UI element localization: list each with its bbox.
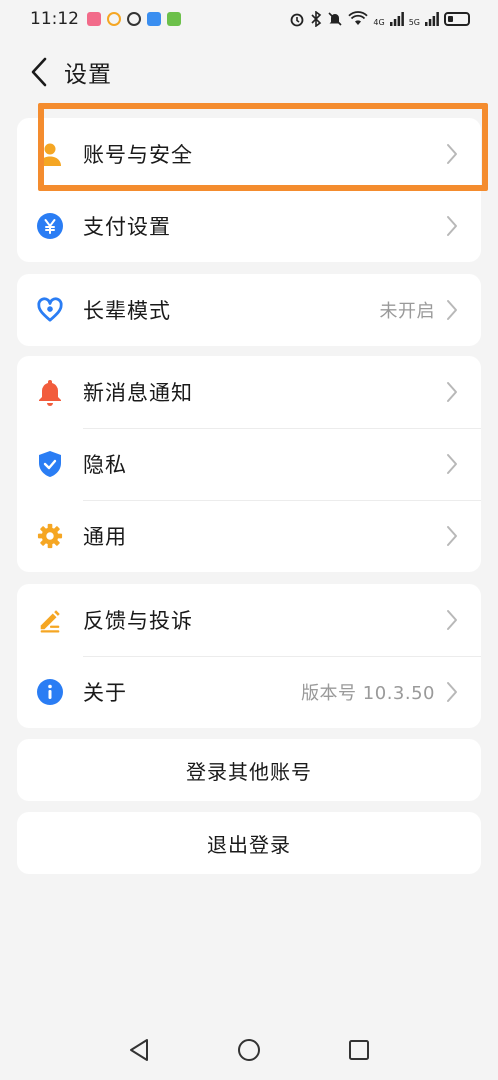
mute-icon <box>328 12 342 26</box>
alarm-icon <box>291 13 304 27</box>
nav-back-button[interactable] <box>119 1030 159 1070</box>
menu-item-label: 新消息通知 <box>83 381 193 405</box>
menu-item-elder-mode[interactable]: 长辈模式 未开启 <box>17 274 481 346</box>
chevron-right-icon <box>445 143 459 165</box>
app-notification-icon <box>107 12 121 26</box>
menu-item-label: 账号与安全 <box>83 143 193 167</box>
menu-item-payment-settings[interactable]: 支付设置 <box>17 190 481 262</box>
chevron-left-icon <box>31 57 47 87</box>
general-settings-card: 新消息通知 隐私 通用 <box>17 356 481 572</box>
menu-item-account-security[interactable]: 账号与安全 <box>17 118 481 190</box>
app-notification-icon <box>87 12 101 26</box>
chevron-right-icon <box>445 681 459 703</box>
signal-icon <box>389 12 404 26</box>
battery-icon <box>444 12 470 26</box>
settings-screen: 11:12 4G 5G 设置 账号与安全 支付设置 长辈模式 未开启 新消息通知… <box>0 0 498 1080</box>
signal-icon <box>425 12 439 26</box>
status-left: 11:12 <box>30 9 181 29</box>
menu-item-notifications[interactable]: 新消息通知 <box>17 356 481 428</box>
account-card: 账号与安全 支付设置 <box>17 118 481 262</box>
version-text: 版本号 10.3.50 <box>301 683 435 704</box>
circle-home-icon <box>238 1039 260 1061</box>
status-right: 4G 5G <box>289 11 470 27</box>
chevron-right-icon <box>445 453 459 475</box>
network-5g-label: 5G <box>408 18 420 27</box>
navigation-bar <box>0 1020 498 1080</box>
menu-item-label: 隐私 <box>83 453 127 477</box>
yuan-icon <box>37 213 63 239</box>
edit-icon <box>37 607 63 633</box>
nav-home-button[interactable] <box>229 1030 269 1070</box>
menu-item-label: 通用 <box>83 525 127 549</box>
shield-icon <box>37 451 63 477</box>
menu-item-general[interactable]: 通用 <box>17 500 481 572</box>
chevron-right-icon <box>445 215 459 237</box>
info-icon <box>37 679 63 705</box>
gear-icon <box>37 523 63 549</box>
menu-item-feedback[interactable]: 反馈与投诉 <box>17 584 481 656</box>
heart-icon <box>37 297 63 323</box>
page-title: 设置 <box>64 62 112 88</box>
square-recents-icon <box>349 1040 369 1060</box>
nav-recents-button[interactable] <box>339 1030 379 1070</box>
bluetooth-icon <box>311 11 322 27</box>
bell-icon <box>37 379 63 406</box>
network-4g-label: 4G <box>373 18 385 27</box>
elder-mode-card: 长辈模式 未开启 <box>17 274 481 346</box>
about-card: 反馈与投诉 关于 版本号 10.3.50 <box>17 584 481 728</box>
status-bar: 11:12 4G 5G <box>0 0 498 38</box>
chevron-right-icon <box>445 525 459 547</box>
menu-item-label: 关于 <box>83 681 127 705</box>
chevron-right-icon <box>445 299 459 321</box>
menu-item-privacy[interactable]: 隐私 <box>17 428 481 500</box>
wifi-icon <box>348 11 369 25</box>
logout-button[interactable]: 退出登录 <box>17 812 481 874</box>
app-notification-icon <box>127 12 141 26</box>
header: 设置 <box>0 44 498 100</box>
back-button[interactable] <box>14 44 64 100</box>
app-notification-icon <box>147 12 161 26</box>
chevron-right-icon <box>445 381 459 403</box>
menu-item-label: 反馈与投诉 <box>83 609 193 633</box>
triangle-back-icon <box>130 1039 148 1061</box>
chevron-right-icon <box>445 609 459 631</box>
login-other-account-button[interactable]: 登录其他账号 <box>17 739 481 801</box>
elder-mode-status: 未开启 <box>379 301 435 322</box>
menu-item-label: 长辈模式 <box>83 299 171 323</box>
user-icon <box>37 141 63 167</box>
app-notification-icon <box>167 12 181 26</box>
menu-item-label: 支付设置 <box>83 215 171 239</box>
status-time: 11:12 <box>30 9 79 29</box>
menu-item-about[interactable]: 关于 版本号 10.3.50 <box>17 656 481 728</box>
